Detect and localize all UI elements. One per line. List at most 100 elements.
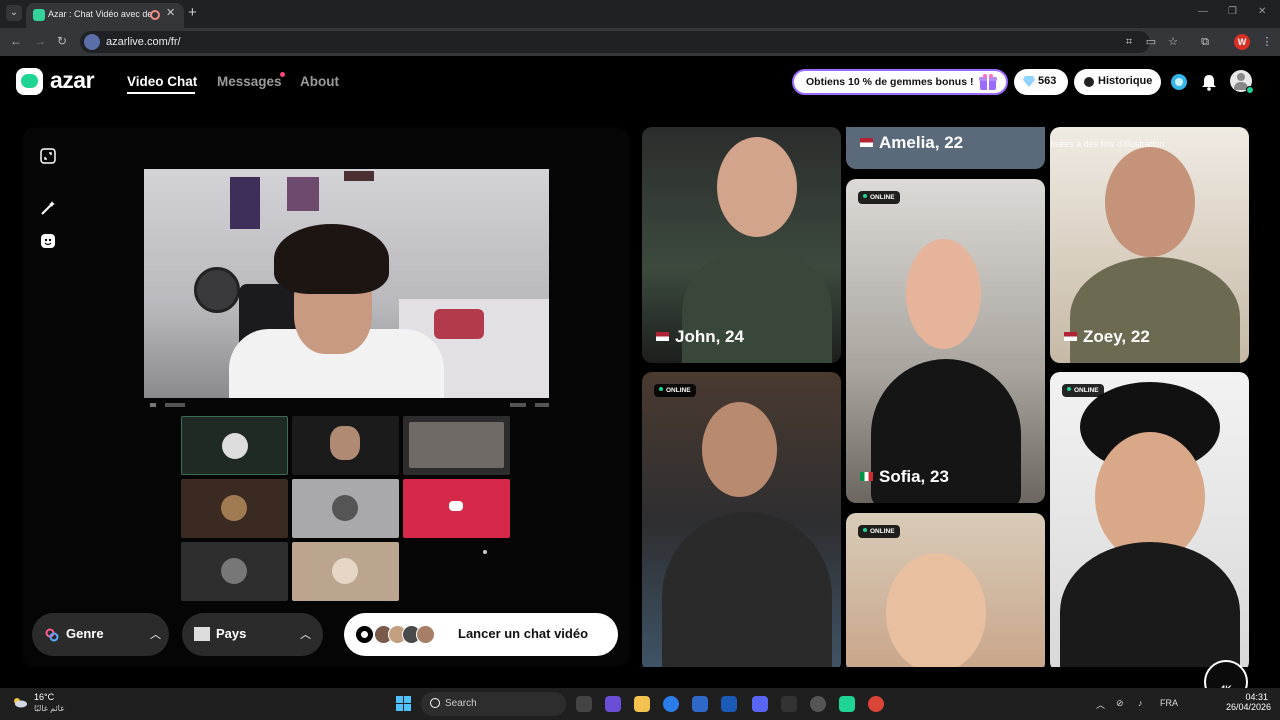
- profile-name: John, 24: [656, 327, 744, 347]
- recording-icon: [150, 10, 160, 20]
- windows-start-icon[interactable]: [396, 696, 412, 712]
- site-info-icon[interactable]: [84, 34, 100, 50]
- profile-card[interactable]: Les images sont des modèles et sont util…: [1050, 127, 1249, 363]
- logo-text[interactable]: azar: [50, 67, 95, 94]
- search-icon: [430, 698, 440, 708]
- participant-tile[interactable]: [181, 479, 288, 538]
- pays-label: Pays: [216, 626, 247, 641]
- profile-card[interactable]: John, 24: [642, 127, 841, 363]
- nav-about[interactable]: About: [300, 74, 339, 89]
- forward-icon[interactable]: →: [34, 34, 46, 48]
- gem-balance-button[interactable]: 563: [1014, 69, 1068, 95]
- language-indicator[interactable]: FRA: [1160, 698, 1178, 708]
- extensions-icon[interactable]: ⧉: [1198, 35, 1212, 49]
- chrome-icon[interactable]: [868, 696, 884, 712]
- file-explorer-icon[interactable]: [634, 696, 650, 712]
- genre-filter-button[interactable]: Genre ︿: [32, 613, 169, 656]
- minimize-icon[interactable]: —: [1198, 6, 1208, 17]
- start-video-chat-button[interactable]: Lancer un chat vidéo: [344, 613, 618, 656]
- participant-tile[interactable]: [181, 416, 288, 475]
- nav-video-chat[interactable]: Video Chat: [127, 74, 197, 89]
- participant-tile[interactable]: [403, 542, 510, 601]
- back-icon[interactable]: ←: [10, 34, 22, 48]
- new-tab-button[interactable]: +: [188, 4, 197, 21]
- discord-app-icon[interactable]: [752, 696, 768, 712]
- stream-status-bar: [150, 403, 549, 407]
- magic-wand-icon[interactable]: [40, 200, 56, 216]
- history-button[interactable]: Historique: [1074, 69, 1161, 95]
- app-icon[interactable]: [781, 696, 797, 712]
- clock-icon: [1084, 77, 1094, 87]
- participant-tile[interactable]: [292, 542, 399, 601]
- participant-tile[interactable]: [292, 416, 399, 475]
- weather-cloud-icon[interactable]: [12, 696, 28, 708]
- edge-icon[interactable]: [663, 696, 679, 712]
- address-bar[interactable]: azarlive.com/fr/: [80, 31, 1150, 53]
- tab-close-icon[interactable]: ✕: [166, 6, 175, 19]
- browser-tab[interactable]: Azar : Chat Vidéo avec de n ✕: [26, 3, 184, 28]
- maximize-icon[interactable]: ❐: [1228, 6, 1237, 17]
- profile-name: Zoey, 22: [1064, 327, 1150, 347]
- translate-icon[interactable]: ⌗: [1122, 35, 1136, 49]
- clock-time: 04:31: [1245, 692, 1268, 702]
- record-icon: [356, 626, 373, 643]
- country-flag-icon: [194, 627, 210, 641]
- promo-text: Obtiens 10 % de gemmes bonus !: [806, 76, 974, 88]
- notification-bell-icon[interactable]: [1200, 73, 1218, 91]
- fullscreen-exit-icon[interactable]: [40, 148, 56, 164]
- browser-menu-icon[interactable]: ⋮: [1260, 35, 1274, 49]
- participant-tile[interactable]: [403, 479, 510, 538]
- gem-icon: [1023, 76, 1035, 87]
- genre-label: Genre: [66, 626, 104, 641]
- azar-app-icon[interactable]: [839, 696, 855, 712]
- browser-toolbar: ← → ↻ azarlive.com/fr/ ⌗ ▭ ☆ ⧉ ⋮: [0, 28, 1280, 56]
- settings-gear-icon[interactable]: [810, 696, 826, 712]
- country-filter-button[interactable]: Pays ︿: [182, 613, 323, 656]
- webcam-video: [144, 169, 549, 398]
- it-flag-icon: [860, 472, 873, 481]
- gem-bonus-promo-button[interactable]: Obtiens 10 % de gemmes bonus !: [792, 69, 1008, 95]
- participant-tile[interactable]: [292, 479, 399, 538]
- participant-tile[interactable]: [403, 416, 510, 475]
- profile-name: Sofia, 23: [860, 467, 949, 487]
- microphone-icon[interactable]: ♪: [1138, 698, 1143, 708]
- weather-description: غائم غالبًا: [34, 704, 65, 713]
- us-flag-icon: [656, 332, 669, 341]
- store-icon[interactable]: [1170, 73, 1188, 91]
- profile-card[interactable]: Amelia, 22: [846, 127, 1045, 169]
- gem-count: 563: [1038, 75, 1057, 87]
- store-app-icon[interactable]: [692, 696, 708, 712]
- profile-card-gallery: John, 24 ONLINE Amelia, 22 ONLINE Sofia,…: [642, 127, 1249, 667]
- history-label: Historique: [1098, 75, 1153, 87]
- azar-logo-icon[interactable]: [16, 68, 43, 95]
- face-filter-icon[interactable]: [40, 233, 56, 249]
- task-view-icon[interactable]: [576, 696, 592, 712]
- participant-tile[interactable]: [181, 542, 288, 601]
- profile-card[interactable]: ONLINE: [642, 372, 841, 667]
- profile-card[interactable]: ONLINE: [1050, 372, 1249, 667]
- taskbar-search[interactable]: Search: [421, 692, 566, 716]
- video-chat-panel: Genre ︿ Pays ︿ Lancer un chat vidéo: [22, 127, 630, 667]
- participant-grid: [181, 416, 512, 606]
- online-badge: ONLINE: [858, 525, 900, 538]
- search-placeholder: Search: [445, 698, 477, 709]
- network-off-icon[interactable]: ⊘: [1116, 698, 1124, 709]
- gift-icon: [979, 74, 997, 90]
- widgets-icon[interactable]: [605, 696, 621, 712]
- system-clock[interactable]: 04:31 26/04/2026: [1226, 692, 1272, 712]
- outlook-icon[interactable]: [721, 696, 737, 712]
- profile-card[interactable]: ONLINE Sofia, 23: [846, 179, 1045, 503]
- clock-date: 26/04/2026: [1226, 702, 1272, 712]
- tab-search-icon[interactable]: ⌄: [6, 5, 22, 21]
- close-window-icon[interactable]: ✕: [1258, 6, 1266, 17]
- nav-messages[interactable]: Messages: [217, 74, 282, 89]
- browser-profile-avatar[interactable]: W: [1234, 34, 1250, 50]
- online-badge: ONLINE: [654, 384, 696, 397]
- bookmark-star-icon[interactable]: ☆: [1166, 35, 1180, 49]
- user-avatar[interactable]: [1230, 70, 1254, 94]
- reload-icon[interactable]: ↻: [57, 34, 67, 48]
- cast-icon[interactable]: ▭: [1144, 35, 1158, 49]
- tray-chevron-up-icon[interactable]: ︿: [1096, 698, 1105, 711]
- azar-favicon-icon: [33, 9, 45, 21]
- profile-card[interactable]: ONLINE: [846, 513, 1045, 667]
